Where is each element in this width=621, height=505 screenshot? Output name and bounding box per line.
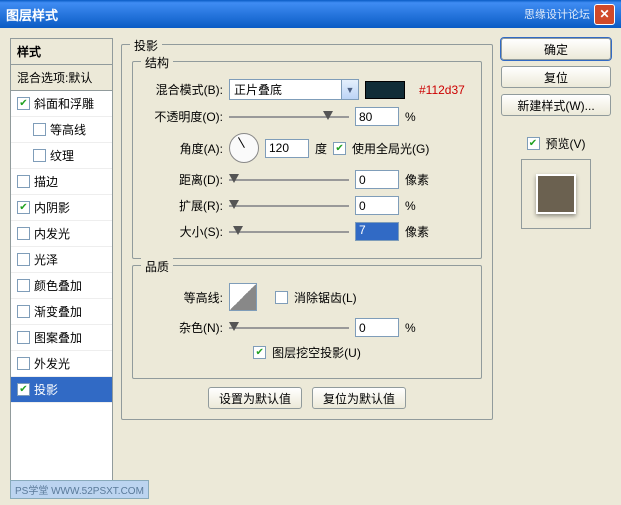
spread-slider[interactable] (229, 197, 349, 215)
style-checkbox[interactable] (17, 201, 30, 214)
global-light-checkbox[interactable] (333, 142, 346, 155)
style-item[interactable]: 渐变叠加 (11, 299, 112, 325)
preview-checkbox[interactable] (527, 137, 540, 150)
style-item[interactable]: 颜色叠加 (11, 273, 112, 299)
make-default-button[interactable]: 设置为默认值 (208, 387, 302, 409)
style-checkbox[interactable] (17, 279, 30, 292)
preview-thumbnail (521, 159, 591, 229)
opacity-label: 不透明度(O): (143, 108, 223, 125)
size-label: 大小(S): (143, 223, 223, 240)
style-list: 样式 混合选项:默认 斜面和浮雕等高线纹理描边内阴影内发光光泽颜色叠加渐变叠加图… (10, 38, 113, 495)
shadow-panel: 投影 结构 混合模式(B): 正片叠底 ▼ #112d37 不透明度(O): (121, 44, 493, 420)
blend-mode-select[interactable]: 正片叠底 ▼ (229, 79, 359, 100)
noise-slider[interactable] (229, 319, 349, 337)
blend-mode-label: 混合模式(B): (143, 81, 223, 98)
contour-picker[interactable] (229, 283, 257, 311)
style-checkbox[interactable] (17, 357, 30, 370)
style-item[interactable]: 斜面和浮雕 (11, 91, 112, 117)
blend-options-row[interactable]: 混合选项:默认 (11, 65, 112, 91)
style-label: 内发光 (34, 225, 70, 242)
angle-input[interactable] (265, 139, 309, 158)
knockout-label: 图层挖空投影(U) (272, 344, 361, 361)
style-label: 颜色叠加 (34, 277, 82, 294)
size-input[interactable]: 7 (355, 222, 399, 241)
style-checkbox[interactable] (33, 123, 46, 136)
style-label: 等高线 (50, 121, 86, 138)
style-label: 描边 (34, 173, 58, 190)
global-light-label: 使用全局光(G) (352, 140, 429, 157)
style-label: 渐变叠加 (34, 303, 82, 320)
knockout-checkbox[interactable] (253, 346, 266, 359)
style-label: 内阴影 (34, 199, 70, 216)
style-item[interactable]: 图案叠加 (11, 325, 112, 351)
preview-label: 预览(V) (546, 135, 586, 152)
opacity-input[interactable] (355, 107, 399, 126)
size-slider[interactable] (229, 223, 349, 241)
footer-watermark: PS学堂 WWW.52PSXT.COM (10, 480, 149, 499)
style-list-header[interactable]: 样式 (11, 39, 112, 65)
contour-label: 等高线: (143, 289, 223, 306)
distance-input[interactable] (355, 170, 399, 189)
style-item[interactable]: 内阴影 (11, 195, 112, 221)
window-title: 图层样式 (6, 5, 524, 24)
style-checkbox[interactable] (17, 97, 30, 110)
noise-label: 杂色(N): (143, 319, 223, 336)
style-checkbox[interactable] (17, 175, 30, 188)
distance-slider[interactable] (229, 171, 349, 189)
color-annotation: #112d37 (419, 83, 465, 97)
style-item[interactable]: 外发光 (11, 351, 112, 377)
opacity-slider[interactable] (229, 108, 349, 126)
quality-group: 品质 等高线: 消除锯齿(L) 杂色(N): % 图层挖空投影(U) (132, 265, 482, 379)
color-swatch[interactable] (365, 81, 405, 99)
spread-label: 扩展(R): (143, 197, 223, 214)
style-checkbox[interactable] (17, 331, 30, 344)
spread-input[interactable] (355, 196, 399, 215)
distance-label: 距离(D): (143, 171, 223, 188)
watermark-text: 思缘设计论坛 (524, 6, 590, 22)
structure-group: 结构 混合模式(B): 正片叠底 ▼ #112d37 不透明度(O): % (132, 61, 482, 259)
style-item[interactable]: 投影 (11, 377, 112, 403)
style-checkbox[interactable] (17, 227, 30, 240)
antialias-checkbox[interactable] (275, 291, 288, 304)
style-label: 图案叠加 (34, 329, 82, 346)
noise-input[interactable] (355, 318, 399, 337)
style-item[interactable]: 纹理 (11, 143, 112, 169)
style-item[interactable]: 描边 (11, 169, 112, 195)
chevron-down-icon: ▼ (341, 80, 358, 99)
style-checkbox[interactable] (33, 149, 46, 162)
style-label: 纹理 (50, 147, 74, 164)
style-label: 外发光 (34, 355, 70, 372)
style-item[interactable]: 光泽 (11, 247, 112, 273)
titlebar: 图层样式 思缘设计论坛 ✕ (0, 0, 621, 28)
style-item[interactable]: 等高线 (11, 117, 112, 143)
style-label: 斜面和浮雕 (34, 95, 94, 112)
antialias-label: 消除锯齿(L) (294, 289, 357, 306)
reset-default-button[interactable]: 复位为默认值 (312, 387, 406, 409)
ok-button[interactable]: 确定 (501, 38, 611, 60)
new-style-button[interactable]: 新建样式(W)... (501, 94, 611, 116)
panel-title: 投影 (130, 37, 162, 54)
style-checkbox[interactable] (17, 383, 30, 396)
angle-dial[interactable] (229, 133, 259, 163)
style-label: 光泽 (34, 251, 58, 268)
style-item[interactable]: 内发光 (11, 221, 112, 247)
style-checkbox[interactable] (17, 253, 30, 266)
close-icon[interactable]: ✕ (594, 4, 615, 25)
style-checkbox[interactable] (17, 305, 30, 318)
cancel-button[interactable]: 复位 (501, 66, 611, 88)
angle-label: 角度(A): (143, 140, 223, 157)
style-label: 投影 (34, 381, 58, 398)
